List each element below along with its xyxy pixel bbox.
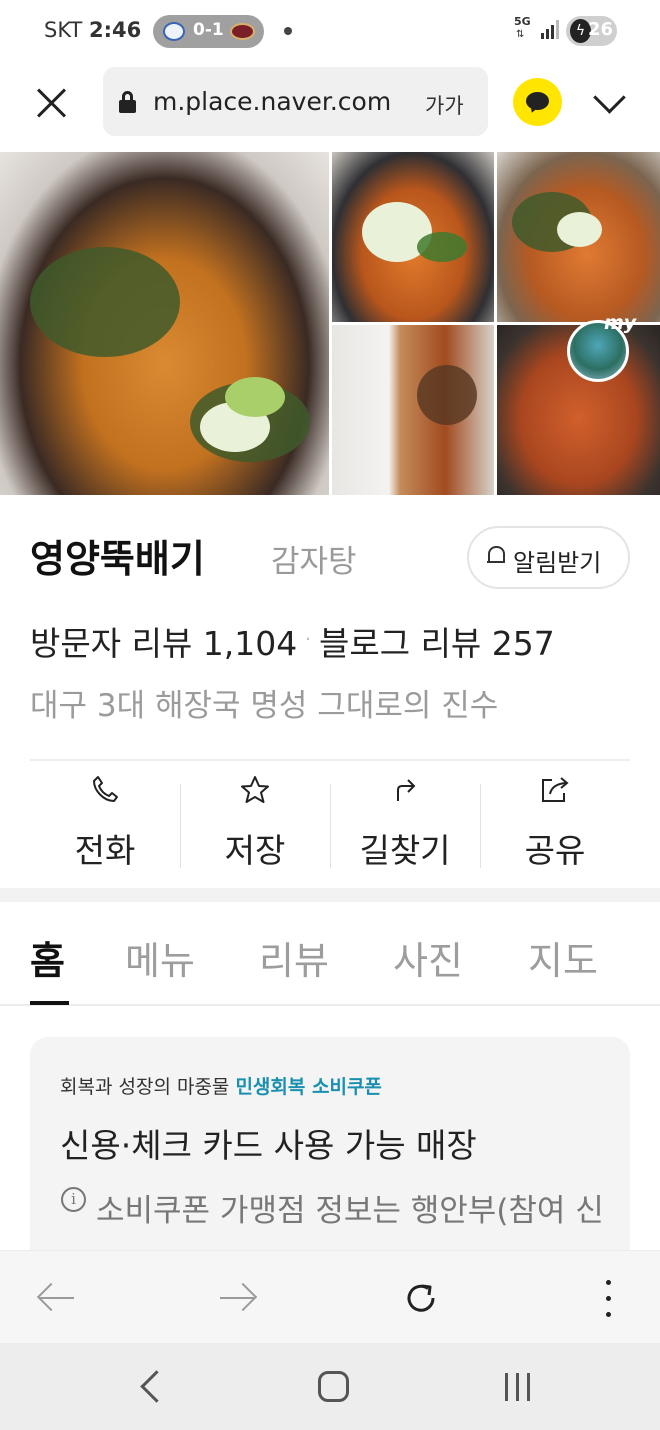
- call-label: 전화: [74, 831, 136, 870]
- tab-home[interactable]: 홈: [30, 930, 65, 985]
- lock-icon: [119, 91, 136, 113]
- back-button[interactable]: [28, 1271, 88, 1325]
- battery-indicator: ϟ 26: [566, 16, 617, 46]
- kakao-talk-button[interactable]: [513, 78, 562, 126]
- active-tab-indicator: [30, 1001, 69, 1005]
- save-button[interactable]: 저장: [180, 762, 331, 880]
- photo-gallery: my 999+: [0, 152, 660, 596]
- close-button[interactable]: [30, 82, 74, 126]
- browser-address-row: m.place.naver.com 가가: [0, 62, 660, 152]
- reload-icon: [407, 1284, 435, 1312]
- main-photo[interactable]: [0, 152, 329, 495]
- review-separator: ·: [305, 629, 311, 650]
- data-arrows-icon: ⇅: [516, 29, 525, 40]
- chevron-down-button[interactable]: [588, 84, 632, 120]
- baseball-score-notification[interactable]: 0-1: [153, 15, 264, 48]
- share-icon: [480, 774, 630, 812]
- more-menu-button[interactable]: [578, 1271, 638, 1325]
- divider: [30, 759, 630, 761]
- section-divider: [0, 888, 660, 902]
- system-back-icon[interactable]: [133, 1369, 167, 1409]
- place-tagline: 대구 3대 해장국 명성 그대로의 진수: [30, 688, 499, 724]
- url-bar[interactable]: m.place.naver.com 가가: [103, 67, 488, 136]
- directions-button[interactable]: 길찾기: [330, 762, 481, 880]
- tab-photos[interactable]: 사진: [393, 930, 463, 985]
- browser-toolbar: [0, 1250, 660, 1343]
- coupon-kicker-text: 회복과 성장의 마중물: [60, 1076, 230, 1098]
- url-text[interactable]: m.place.naver.com: [153, 87, 391, 116]
- score-text: 0-1: [193, 20, 224, 40]
- subscribe-alert-button[interactable]: 알림받기: [467, 526, 630, 589]
- system-recents-icon[interactable]: [505, 1373, 535, 1403]
- battery-level: 26: [588, 19, 614, 40]
- review-counts: 방문자 리뷰 1,104 · 블로그 리뷰 257: [30, 617, 555, 665]
- share-button[interactable]: 공유: [480, 762, 630, 880]
- status-bar: SKT 2:46 0-1 5G ⇅ ϟ 26: [0, 0, 660, 62]
- coupon-program-link[interactable]: 민생회복 소비쿠폰: [235, 1076, 381, 1098]
- place-category: 감자탕: [271, 544, 357, 580]
- photo-thumbnail[interactable]: [497, 152, 660, 322]
- carrier-label: SKT: [44, 18, 83, 42]
- tab-menu[interactable]: 메뉴: [125, 930, 195, 985]
- signal-icon: [541, 19, 559, 39]
- visitor-review-link[interactable]: 방문자 리뷰 1,104: [30, 624, 297, 663]
- coupon-heading: 신용·체크 카드 사용 가능 매장: [60, 1126, 477, 1165]
- forward-button[interactable]: [208, 1271, 268, 1325]
- carrier-time: SKT 2:46: [44, 18, 141, 42]
- network-type: 5G: [514, 15, 531, 28]
- opponent-logo-icon: [230, 23, 255, 40]
- info-icon: i: [61, 1187, 86, 1212]
- photo-thumbnail[interactable]: [332, 152, 494, 322]
- tab-bar: 홈 메뉴 리뷰 사진 지도: [0, 904, 660, 1006]
- phone-icon: [30, 774, 180, 812]
- directions-label: 길찾기: [359, 831, 451, 870]
- text-size-button[interactable]: 가가: [425, 90, 464, 120]
- system-home-icon[interactable]: [318, 1371, 349, 1402]
- directions-icon: [330, 774, 480, 812]
- clock: 2:46: [89, 18, 142, 42]
- my-tag: my: [604, 312, 637, 334]
- system-navigation-bar: [0, 1343, 660, 1430]
- place-name: 영양뚝배기: [30, 537, 205, 581]
- star-icon: [180, 774, 330, 814]
- notification-dot-icon: [284, 27, 292, 35]
- coupon-kicker: 회복과 성장의 마중물 민생회복 소비쿠폰: [60, 1072, 382, 1099]
- reload-button[interactable]: [390, 1271, 450, 1325]
- blog-review-link[interactable]: 블로그 리뷰 257: [319, 624, 555, 663]
- bell-plus-icon: [487, 546, 505, 565]
- action-row: 전화 저장 길찾기 공유: [30, 762, 630, 880]
- call-button[interactable]: 전화: [30, 762, 181, 880]
- team-logo-icon: [163, 22, 185, 41]
- tab-reviews[interactable]: 리뷰: [259, 930, 329, 985]
- subscribe-alert-label: 알림받기: [513, 549, 602, 577]
- photo-thumbnail[interactable]: [332, 325, 494, 495]
- tab-map[interactable]: 지도: [528, 930, 598, 985]
- save-label: 저장: [224, 831, 286, 870]
- share-label: 공유: [524, 831, 586, 870]
